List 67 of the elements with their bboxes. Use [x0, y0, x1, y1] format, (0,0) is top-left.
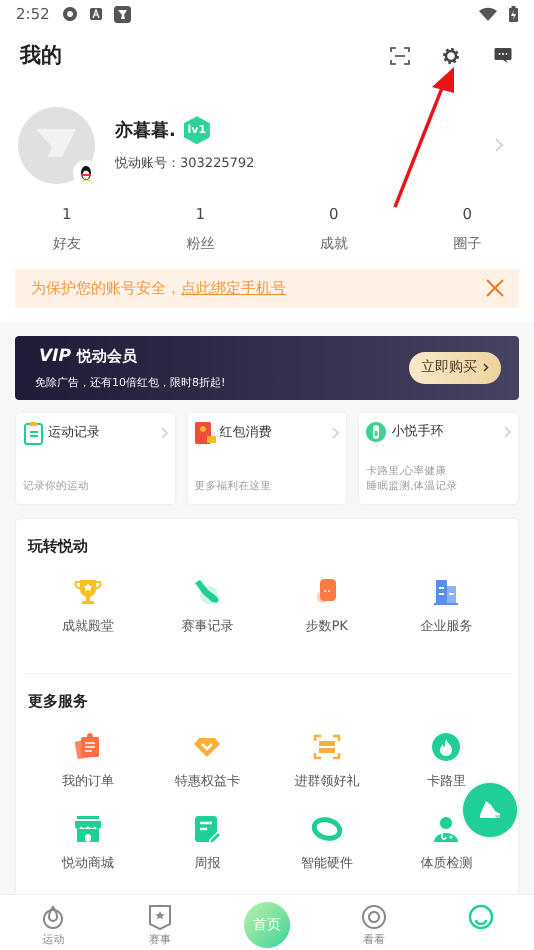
service-item[interactable]: 进群领好礼	[294, 772, 360, 792]
app-square-icon	[114, 6, 131, 22]
chevron-right-icon	[332, 426, 340, 438]
service-item[interactable]: 悦动商城	[62, 854, 114, 873]
stat-item[interactable]: 1 粉丝	[178, 203, 222, 254]
chevron-right-icon	[483, 362, 489, 372]
status-time: 2:52	[16, 4, 50, 25]
vip-logo: VIP	[39, 344, 71, 368]
service-item[interactable]: 卡路里	[426, 772, 466, 792]
wifi-icon	[479, 7, 497, 21]
stat-item[interactable]: 0 圈子	[445, 203, 490, 254]
card-title: 运动记录	[48, 424, 100, 442]
vip-title: 悦动会员	[76, 346, 137, 367]
close-icon[interactable]	[485, 278, 505, 298]
face-circle-icon	[468, 904, 494, 930]
card-description: 睡眠监测,体温记录	[366, 478, 459, 494]
shortcut-card[interactable]: 红包消费 更多福利在这里	[188, 412, 346, 504]
nav-tab[interactable]: 运动	[0, 895, 107, 950]
storefront-icon	[72, 814, 103, 844]
letter-square-icon	[90, 8, 102, 20]
trophy-icon	[72, 577, 103, 607]
service-item[interactable]: 成就殿堂	[62, 617, 114, 636]
vip-subtitle: 免除广告，还有10倍红包，限时8折起!	[35, 375, 226, 391]
card-title: 小悦手环	[391, 422, 444, 441]
notice-text: 为保护您的账号安全，点此绑定手机号	[31, 278, 286, 299]
battery-icon	[509, 6, 518, 22]
star-shield-icon	[147, 904, 174, 930]
page-title: 我的	[20, 42, 62, 69]
eye-circle-icon	[360, 904, 387, 930]
flame-icon	[431, 732, 462, 762]
vip-banner[interactable]: VIP 悦动会员 免除广告，还有10倍红包，限时8折起! 立即购买	[15, 336, 519, 400]
band-icon	[365, 420, 388, 442]
shortcut-card[interactable]: 运动记录 记录你的运动	[16, 412, 175, 504]
buy-now-button[interactable]: 立即购买	[409, 352, 501, 384]
shortcut-card[interactable]: 小悦手环 卡路里,心率健康 睡眠监测,体温记录	[359, 412, 518, 504]
clipboard-icon	[22, 420, 44, 444]
service-item[interactable]: 智能硬件	[300, 854, 353, 873]
service-item[interactable]: 我的订单	[62, 772, 114, 792]
stat-item[interactable]: 0 成就	[312, 203, 356, 254]
envelope-icon	[194, 420, 216, 444]
card-title: 红包消费	[220, 424, 272, 442]
card-description: 记录你的运动	[23, 478, 90, 494]
card-description: 更多福利在这里	[194, 478, 273, 494]
service-item[interactable]: 周报	[194, 854, 220, 873]
stat-item[interactable]: 1 好友	[44, 203, 89, 254]
section-title: 更多服务	[28, 690, 89, 712]
user-name: 亦暮暮.	[115, 118, 176, 143]
card-description: 卡路里,心率健康	[366, 464, 448, 478]
level-badge: lv1	[184, 116, 210, 144]
chevron-right-icon	[504, 426, 512, 438]
service-item[interactable]: 企业服务	[420, 617, 472, 636]
section-title: 玩转悦动	[28, 536, 89, 556]
aperture-icon	[62, 6, 78, 22]
service-item[interactable]: 特惠权益卡	[174, 772, 240, 792]
service-item[interactable]: 步数PK	[306, 617, 348, 636]
nav-tab[interactable]: 赛事	[106, 895, 214, 950]
chevron-right-icon[interactable]	[495, 138, 504, 152]
report-edit-icon	[192, 814, 222, 844]
settings-icon[interactable]	[442, 46, 460, 64]
service-item[interactable]: 体质检测	[420, 854, 472, 873]
scan-icon[interactable]	[390, 46, 410, 64]
chat-icon[interactable]	[494, 47, 512, 64]
account-number: 悦动账号：303225792	[115, 155, 254, 174]
scan-icon	[312, 732, 342, 762]
chevron-right-icon	[160, 426, 169, 438]
service-item[interactable]: 赛事记录	[181, 617, 234, 636]
nav-tab[interactable]: 看看	[320, 895, 428, 950]
